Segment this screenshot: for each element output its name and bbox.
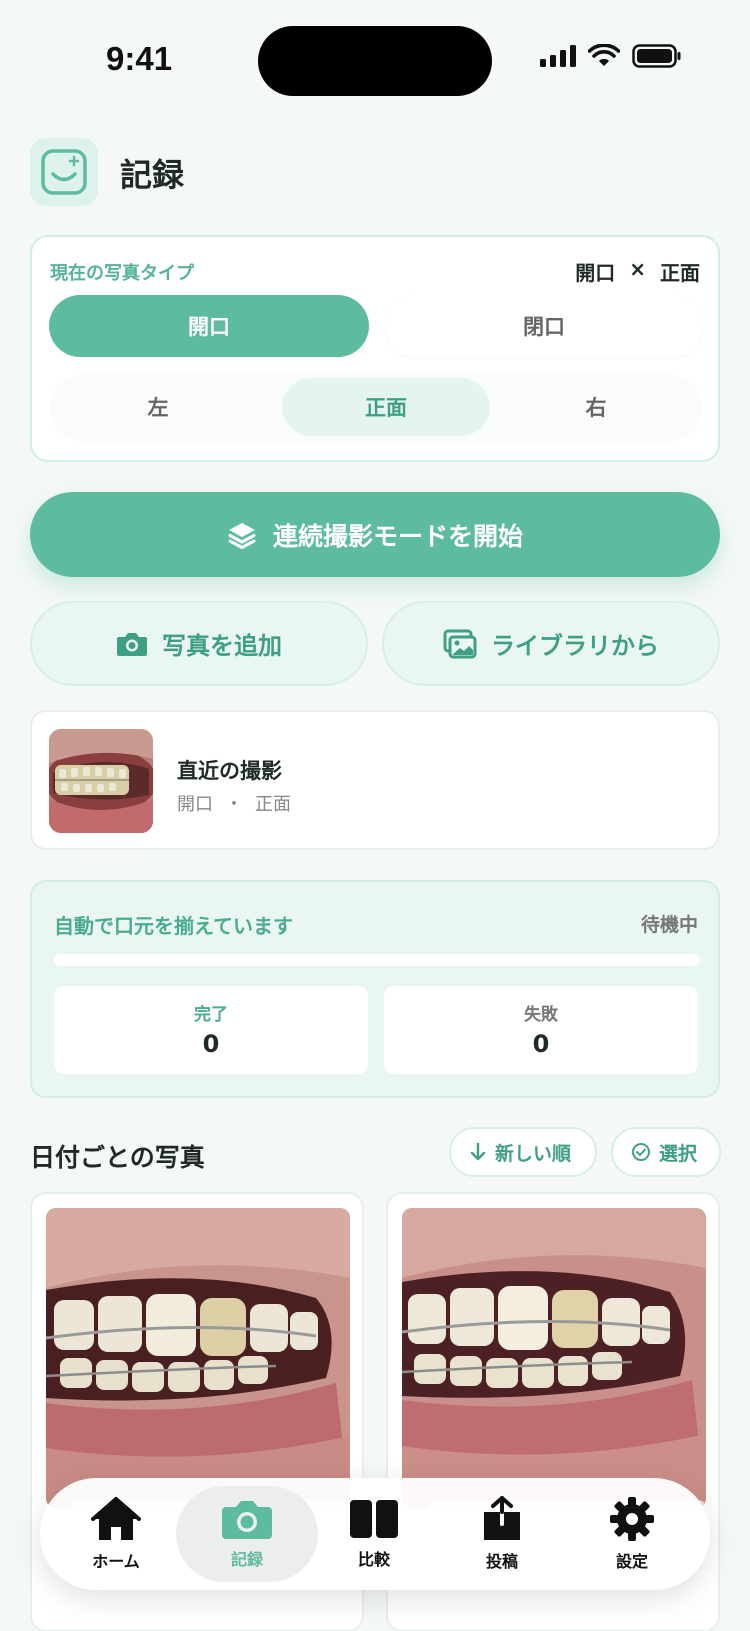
burst-mode-button[interactable]: 連続撮影モードを開始 — [30, 492, 720, 577]
current-separator: × — [629, 257, 646, 281]
arrow-down-icon — [470, 1142, 486, 1161]
position-left-option[interactable]: 左 — [49, 378, 267, 436]
share-icon — [484, 1496, 520, 1540]
teeth-photo — [402, 1208, 706, 1508]
status-time: 9:41 — [106, 40, 173, 77]
tab-settings[interactable]: 設定 — [570, 1486, 694, 1582]
position-segment: 左 正面 右 — [49, 374, 703, 442]
mouth-closed-option[interactable]: 閉口 — [385, 295, 703, 357]
add-photo-button[interactable]: 写真を追加 — [30, 601, 368, 686]
auto-align-card: 自動で口元を揃えています 待機中 完了 0 失敗 0 — [30, 880, 720, 1098]
tab-home[interactable]: ホーム — [54, 1486, 178, 1582]
camera-icon — [117, 632, 147, 656]
split-view-icon — [350, 1500, 398, 1538]
recent-dot: ・ — [225, 794, 243, 815]
done-value: 0 — [202, 1030, 220, 1058]
current-position: 正面 — [660, 261, 700, 285]
fail-label: 失敗 — [524, 1005, 558, 1025]
done-label: 完了 — [194, 1005, 228, 1025]
recent-capture-title: 直近の撮影 — [177, 759, 282, 783]
auto-align-title: 自動で口元を揃えています — [54, 914, 293, 938]
tab-settings-label: 設定 — [615, 1552, 648, 1571]
tab-compare[interactable]: 比較 — [312, 1486, 436, 1582]
recent-position: 正面 — [255, 794, 291, 815]
tab-post[interactable]: 投稿 — [440, 1486, 564, 1582]
battery-icon — [632, 44, 681, 68]
done-count-box: 完了 0 — [54, 986, 368, 1074]
photo-type-card: 現在の写真タイプ 開口 × 正面 開口 閉口 左 正面 右 — [30, 235, 720, 462]
teeth-photo — [46, 1208, 350, 1508]
add-photo-label: 写真を追加 — [162, 632, 282, 660]
tab-record-label: 記録 — [230, 1550, 263, 1569]
photos-by-date-title: 日付ごとの写真 — [30, 1143, 205, 1172]
sort-label: 新しい順 — [495, 1142, 572, 1165]
auto-align-progress-bar — [54, 954, 700, 966]
wifi-icon — [588, 44, 620, 66]
position-front-option[interactable]: 正面 — [282, 378, 490, 436]
current-mouth: 開口 — [575, 261, 616, 285]
photo-library-icon — [443, 629, 477, 658]
recent-capture-type: 開口 ・ 正面 — [177, 790, 291, 816]
check-circle-icon — [632, 1143, 650, 1161]
camera-icon — [222, 1501, 272, 1539]
fail-count-box: 失敗 0 — [384, 986, 698, 1074]
status-icons — [540, 44, 682, 68]
home-icon — [91, 1497, 141, 1540]
tab-home-label: ホーム — [92, 1552, 140, 1571]
photo-type-label: 現在の写真タイプ — [50, 263, 194, 284]
layers-icon — [228, 522, 256, 549]
gear-icon — [610, 1497, 654, 1541]
recent-capture-card[interactable]: 直近の撮影 開口 ・ 正面 — [30, 710, 720, 850]
recent-capture-thumbnail — [49, 729, 153, 833]
auto-align-status: 待機中 — [640, 914, 698, 936]
smile-logo-icon — [41, 149, 87, 195]
library-label: ライブラリから — [491, 632, 659, 660]
burst-mode-label: 連続撮影モードを開始 — [272, 521, 523, 551]
recent-mouth: 開口 — [177, 794, 213, 815]
current-photo-type: 開口 × 正面 — [575, 257, 700, 286]
select-label: 選択 — [659, 1142, 698, 1165]
position-right-option[interactable]: 右 — [489, 378, 703, 436]
sort-newest-button[interactable]: 新しい順 — [449, 1127, 597, 1177]
app-logo — [30, 138, 98, 206]
tab-record[interactable]: 記録 — [176, 1486, 318, 1582]
library-button[interactable]: ライブラリから — [382, 601, 720, 686]
page-title: 記録 — [120, 156, 185, 194]
dynamic-island — [258, 26, 492, 96]
select-button[interactable]: 選択 — [611, 1127, 721, 1177]
tab-post-label: 投稿 — [485, 1552, 518, 1571]
mouth-open-option[interactable]: 開口 — [49, 295, 369, 357]
cellular-signal-icon — [540, 45, 576, 67]
tab-compare-label: 比較 — [357, 1550, 390, 1569]
tab-bar: ホーム 記録 比較 投稿 設定 — [40, 1478, 710, 1590]
fail-value: 0 — [532, 1030, 550, 1058]
